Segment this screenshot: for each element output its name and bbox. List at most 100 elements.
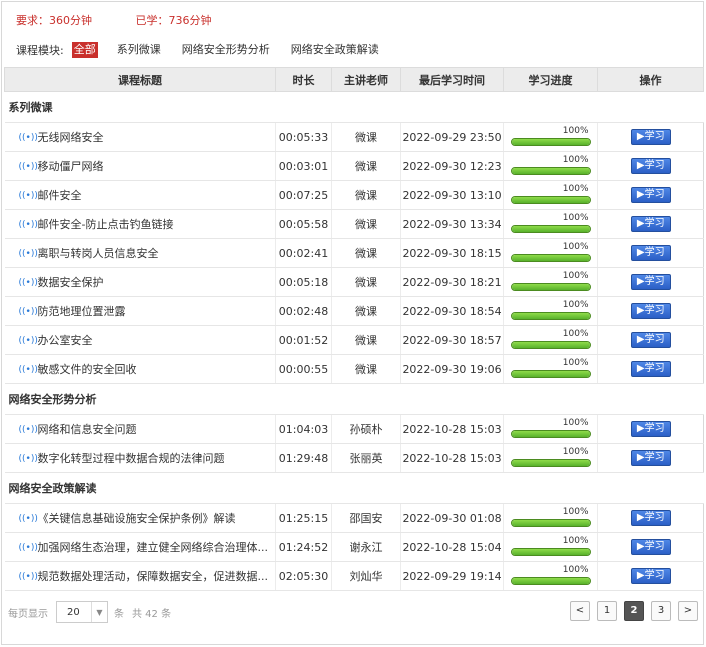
course-title[interactable]: 邮件安全-防止点击钓鱼链接	[38, 218, 174, 231]
header-teacher: 主讲老师	[331, 67, 401, 92]
course-teacher: 邵国安	[331, 503, 401, 533]
course-teacher: 微课	[331, 296, 401, 326]
course-progress-cell: 100%	[503, 561, 598, 591]
course-teacher: 孙硕朴	[331, 414, 401, 444]
page-button-3[interactable]: 3	[651, 601, 671, 621]
course-title-cell[interactable]: ((•))邮件安全-防止点击钓鱼链接	[4, 209, 276, 239]
total-count: 共 42 条	[132, 608, 172, 620]
course-title-cell[interactable]: ((•))防范地理位置泄露	[4, 296, 276, 326]
study-button[interactable]: ▶学习	[630, 187, 671, 203]
course-title[interactable]: 数字化转型过程中数据合规的法律问题	[38, 452, 225, 465]
course-action-cell: ▶学习	[597, 325, 704, 355]
course-last-study-time: 2022-09-30 13:34	[400, 209, 504, 239]
progress-bar: 100%	[510, 300, 591, 322]
course-title[interactable]: 办公室安全	[38, 334, 93, 347]
page-button-2[interactable]: 2	[624, 601, 644, 621]
pager: <1 2 3 >	[563, 601, 698, 621]
group-name: 系列微课	[4, 91, 704, 123]
study-button[interactable]: ▶学习	[630, 245, 671, 261]
progress-track	[510, 370, 591, 378]
per-page-select[interactable]: 20 ▼	[56, 601, 108, 623]
study-button[interactable]: ▶学习	[630, 421, 671, 437]
study-button-label: 学习	[644, 247, 665, 258]
progress-bar: 100%	[510, 358, 591, 380]
course-title[interactable]: 加强网络生态治理，建立健全网络综合治理体...	[38, 541, 269, 554]
course-title[interactable]: 《关键信息基础设施安全保护条例》解读	[38, 512, 236, 525]
course-title-cell[interactable]: ((•))移动僵尸网络	[4, 151, 276, 181]
study-button[interactable]: ▶学习	[630, 361, 671, 377]
progress-fill	[511, 460, 590, 466]
course-last-study-time: 2022-09-30 18:54	[400, 296, 504, 326]
course-duration: 01:24:52	[275, 532, 332, 562]
course-title[interactable]: 网络和信息安全问题	[38, 423, 137, 436]
progress-percent: 100%	[562, 300, 589, 310]
course-title-cell[interactable]: ((•))敏感文件的安全回收	[4, 354, 276, 384]
study-button[interactable]: ▶学习	[630, 539, 671, 555]
course-progress-cell: 100%	[503, 238, 598, 268]
course-duration: 00:01:52	[275, 325, 332, 355]
course-duration: 01:29:48	[275, 443, 332, 473]
study-button[interactable]: ▶学习	[630, 216, 671, 232]
study-button[interactable]: ▶学习	[630, 158, 671, 174]
page-button-1[interactable]: 1	[597, 601, 617, 621]
course-table: 课程标题 时长 主讲老师 最后学习时间 学习进度 操作 系列微课 ((•))无线…	[4, 67, 704, 591]
course-title[interactable]: 无线网络安全	[38, 131, 104, 144]
study-button[interactable]: ▶学习	[630, 332, 671, 348]
course-title-cell[interactable]: ((•))办公室安全	[4, 325, 276, 355]
study-button[interactable]: ▶学习	[630, 274, 671, 290]
table-row: ((•))办公室安全 00:01:52 微课 2022-09-30 18:57 …	[4, 325, 704, 355]
course-progress-cell: 100%	[503, 151, 598, 181]
wireless-icon: ((•))	[18, 162, 38, 172]
progress-percent: 100%	[562, 507, 589, 517]
progress-bar: 100%	[510, 447, 591, 469]
course-title-cell[interactable]: ((•))规范数据处理活动，保障数据安全，促进数据...	[4, 561, 276, 591]
course-title-cell[interactable]: ((•))邮件安全	[4, 180, 276, 210]
course-title[interactable]: 规范数据处理活动，保障数据安全，促进数据...	[38, 570, 269, 583]
next-page-button[interactable]: >	[678, 601, 698, 621]
progress-fill	[511, 139, 590, 145]
course-title-cell[interactable]: ((•))数字化转型过程中数据合规的法律问题	[4, 443, 276, 473]
table-row: ((•))移动僵尸网络 00:03:01 微课 2022-09-30 12:23…	[4, 151, 704, 181]
course-title-cell[interactable]: ((•))《关键信息基础设施安全保护条例》解读	[4, 503, 276, 533]
wireless-icon: ((•))	[18, 572, 38, 582]
course-title[interactable]: 防范地理位置泄露	[38, 305, 126, 318]
group-name: 网络安全政策解读	[4, 472, 704, 504]
course-title-cell[interactable]: ((•))离职与转岗人员信息安全	[4, 238, 276, 268]
course-title[interactable]: 邮件安全	[38, 189, 82, 202]
course-duration: 00:02:41	[275, 238, 332, 268]
study-button[interactable]: ▶学习	[630, 510, 671, 526]
progress-track	[510, 430, 591, 438]
study-button-label: 学习	[644, 423, 665, 434]
prev-page-button[interactable]: <	[570, 601, 590, 621]
tab-all[interactable]: 全部	[71, 42, 98, 58]
study-button[interactable]: ▶学习	[630, 568, 671, 584]
progress-fill	[511, 197, 590, 203]
study-button[interactable]: ▶学习	[630, 129, 671, 145]
module-filter: 课程模块: 全部 系列微课 网络安全形势分析 网络安全政策解读	[16, 41, 398, 59]
tab-situation-analysis[interactable]: 网络安全形势分析	[180, 42, 272, 58]
course-title[interactable]: 敏感文件的安全回收	[38, 363, 137, 376]
course-title-cell[interactable]: ((•))网络和信息安全问题	[4, 414, 276, 444]
course-title-cell[interactable]: ((•))数据安全保护	[4, 267, 276, 297]
progress-fill	[511, 549, 590, 555]
group-header-row: 网络安全形势分析	[4, 383, 704, 415]
course-teacher: 微课	[331, 267, 401, 297]
course-last-study-time: 2022-10-28 15:04	[400, 532, 504, 562]
course-progress-cell: 100%	[503, 209, 598, 239]
study-button[interactable]: ▶学习	[630, 450, 671, 466]
course-title[interactable]: 移动僵尸网络	[38, 160, 104, 173]
tab-series-microcourse[interactable]: 系列微课	[115, 42, 163, 58]
header-progress: 学习进度	[503, 67, 598, 92]
tab-policy-interpretation[interactable]: 网络安全政策解读	[289, 42, 381, 58]
progress-track	[510, 519, 591, 527]
course-duration: 01:25:15	[275, 503, 332, 533]
study-summary: 要求：360分钟 已学：736分钟	[16, 12, 252, 28]
progress-bar: 100%	[510, 329, 591, 351]
progress-percent: 100%	[562, 418, 589, 428]
course-title[interactable]: 数据安全保护	[38, 276, 104, 289]
progress-track	[510, 167, 591, 175]
course-title-cell[interactable]: ((•))无线网络安全	[4, 122, 276, 152]
course-title[interactable]: 离职与转岗人员信息安全	[38, 247, 159, 260]
study-button[interactable]: ▶学习	[630, 303, 671, 319]
course-title-cell[interactable]: ((•))加强网络生态治理，建立健全网络综合治理体...	[4, 532, 276, 562]
